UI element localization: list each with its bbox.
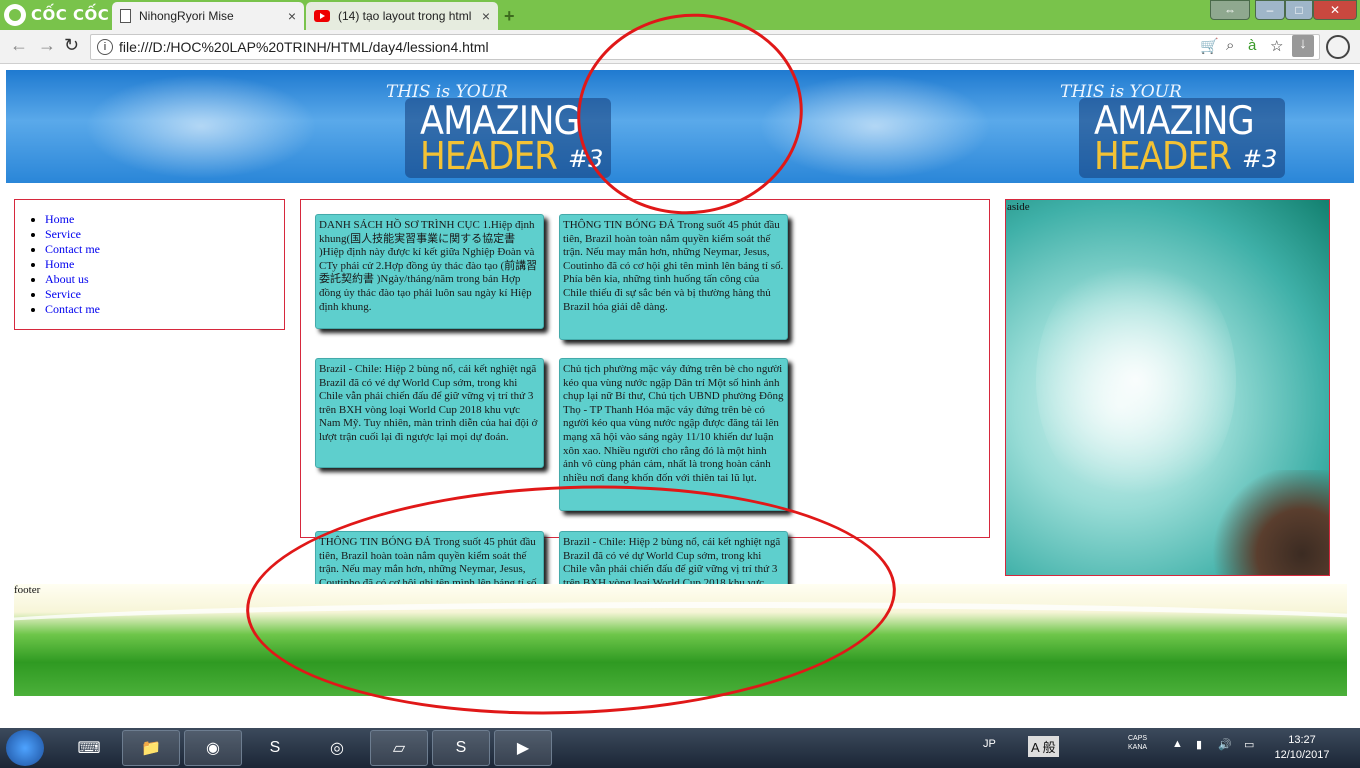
- chrome-icon[interactable]: ◎: [308, 730, 366, 766]
- youtube-icon: [314, 10, 330, 22]
- close-window-button[interactable]: ✕: [1313, 0, 1357, 20]
- clock-time: 13:27: [1288, 734, 1316, 746]
- content-card: Brazil - Chile: Hiệp 2 bùng nổ, cái kết …: [315, 358, 544, 468]
- document-icon: [120, 9, 131, 23]
- notes-app-icon[interactable]: ▱: [370, 730, 428, 766]
- content-card: THÔNG TIN BÓNG ĐÁ Trong suốt 45 phút đầu…: [559, 214, 788, 340]
- header-line4: #3: [1242, 145, 1278, 173]
- download-icon[interactable]: ↓: [1292, 35, 1314, 57]
- back-icon[interactable]: ←: [10, 35, 28, 56]
- system-clock[interactable]: 13:27 12/10/2017: [1270, 733, 1334, 763]
- aside-label: aside: [1007, 201, 1030, 213]
- logo-text: CỐC CỐC: [31, 6, 110, 24]
- media-player-icon[interactable]: ▶: [494, 730, 552, 766]
- ime-app-icon[interactable]: ⌨: [60, 730, 118, 766]
- volume-icon[interactable]: 🔊: [1218, 738, 1232, 751]
- nav-list: Home Service Contact me Home About us Se…: [45, 212, 284, 317]
- page-viewport: THIS is YOUR AMAZING HEADER #3 THIS is Y…: [0, 0, 1360, 728]
- close-icon[interactable]: ×: [288, 8, 296, 24]
- clock-date: 12/10/2017: [1274, 749, 1330, 761]
- star-icon[interactable]: ☆: [1270, 37, 1283, 55]
- show-hidden-icons[interactable]: ▲: [1172, 738, 1183, 750]
- battery-icon: ▮: [1196, 739, 1203, 751]
- header-line3: HEADER: [1094, 134, 1232, 178]
- nav-link-home[interactable]: Home: [45, 212, 74, 226]
- tab-title: NihongRyori Mise: [139, 9, 234, 23]
- tab-nihongryori[interactable]: NihongRyori Mise ×: [112, 2, 304, 30]
- header-line3: HEADER: [420, 134, 558, 178]
- profile-icon[interactable]: [1326, 35, 1350, 59]
- caps-indicator: CAPS KANA: [1128, 735, 1148, 751]
- skype-icon[interactable]: S: [246, 730, 304, 766]
- reload-icon[interactable]: ↻: [64, 35, 79, 56]
- tab-youtube[interactable]: (14) tạo layout trong html ×: [306, 2, 498, 30]
- ime-mode-indicator[interactable]: A 般: [1028, 736, 1059, 757]
- language-indicator[interactable]: JP: [983, 738, 996, 750]
- nav-link-contact[interactable]: Contact me: [45, 302, 100, 316]
- nav-link-contact[interactable]: Contact me: [45, 242, 100, 256]
- aside-box: aside: [1005, 199, 1330, 576]
- nav-link-home[interactable]: Home: [45, 257, 74, 271]
- coccoc-logo[interactable]: CỐC CỐC: [4, 3, 109, 27]
- nav-link-service[interactable]: Service: [45, 227, 81, 241]
- footer-label: footer: [14, 584, 41, 596]
- content-card: DANH SÁCH HỒ SƠ TRÌNH CỤC 1.Hiệp định kh…: [315, 214, 544, 329]
- file-explorer-icon[interactable]: 📁: [122, 730, 180, 766]
- cart-icon[interactable]: 🛒: [1200, 37, 1219, 55]
- nav-box: Home Service Contact me Home About us Se…: [14, 199, 285, 330]
- tab-title: (14) tạo layout trong html: [338, 9, 472, 23]
- forward-icon[interactable]: →: [38, 35, 56, 56]
- maximize-button[interactable]: □: [1285, 0, 1313, 20]
- minimize-button[interactable]: –: [1255, 0, 1285, 20]
- sublime-text-icon[interactable]: S: [432, 730, 490, 766]
- nav-link-service[interactable]: Service: [45, 287, 81, 301]
- new-tab-button[interactable]: +: [504, 6, 515, 27]
- coccoc-logo-icon: [4, 4, 26, 26]
- close-icon[interactable]: ×: [482, 8, 490, 24]
- info-icon[interactable]: i: [97, 39, 113, 55]
- nav-link-about[interactable]: About us: [45, 272, 89, 286]
- zoom-icon[interactable]: ⌕: [1226, 37, 1234, 54]
- resize-icon[interactable]: ⇔: [1210, 0, 1250, 20]
- translate-icon[interactable]: à: [1248, 37, 1256, 54]
- windows-taskbar: ⌨ 📁 ◉ S ◎ ▱ S ▶ JP A 般 CAPS KANA ▲ ▮ 🔊 ▭ …: [0, 728, 1360, 768]
- start-button[interactable]: [6, 730, 44, 766]
- network-icon[interactable]: ▭: [1244, 738, 1254, 751]
- coccoc-app-icon[interactable]: ◉: [184, 730, 242, 766]
- url-text: file:///D:/HOC%20LAP%20TRINH/HTML/day4/l…: [119, 39, 489, 55]
